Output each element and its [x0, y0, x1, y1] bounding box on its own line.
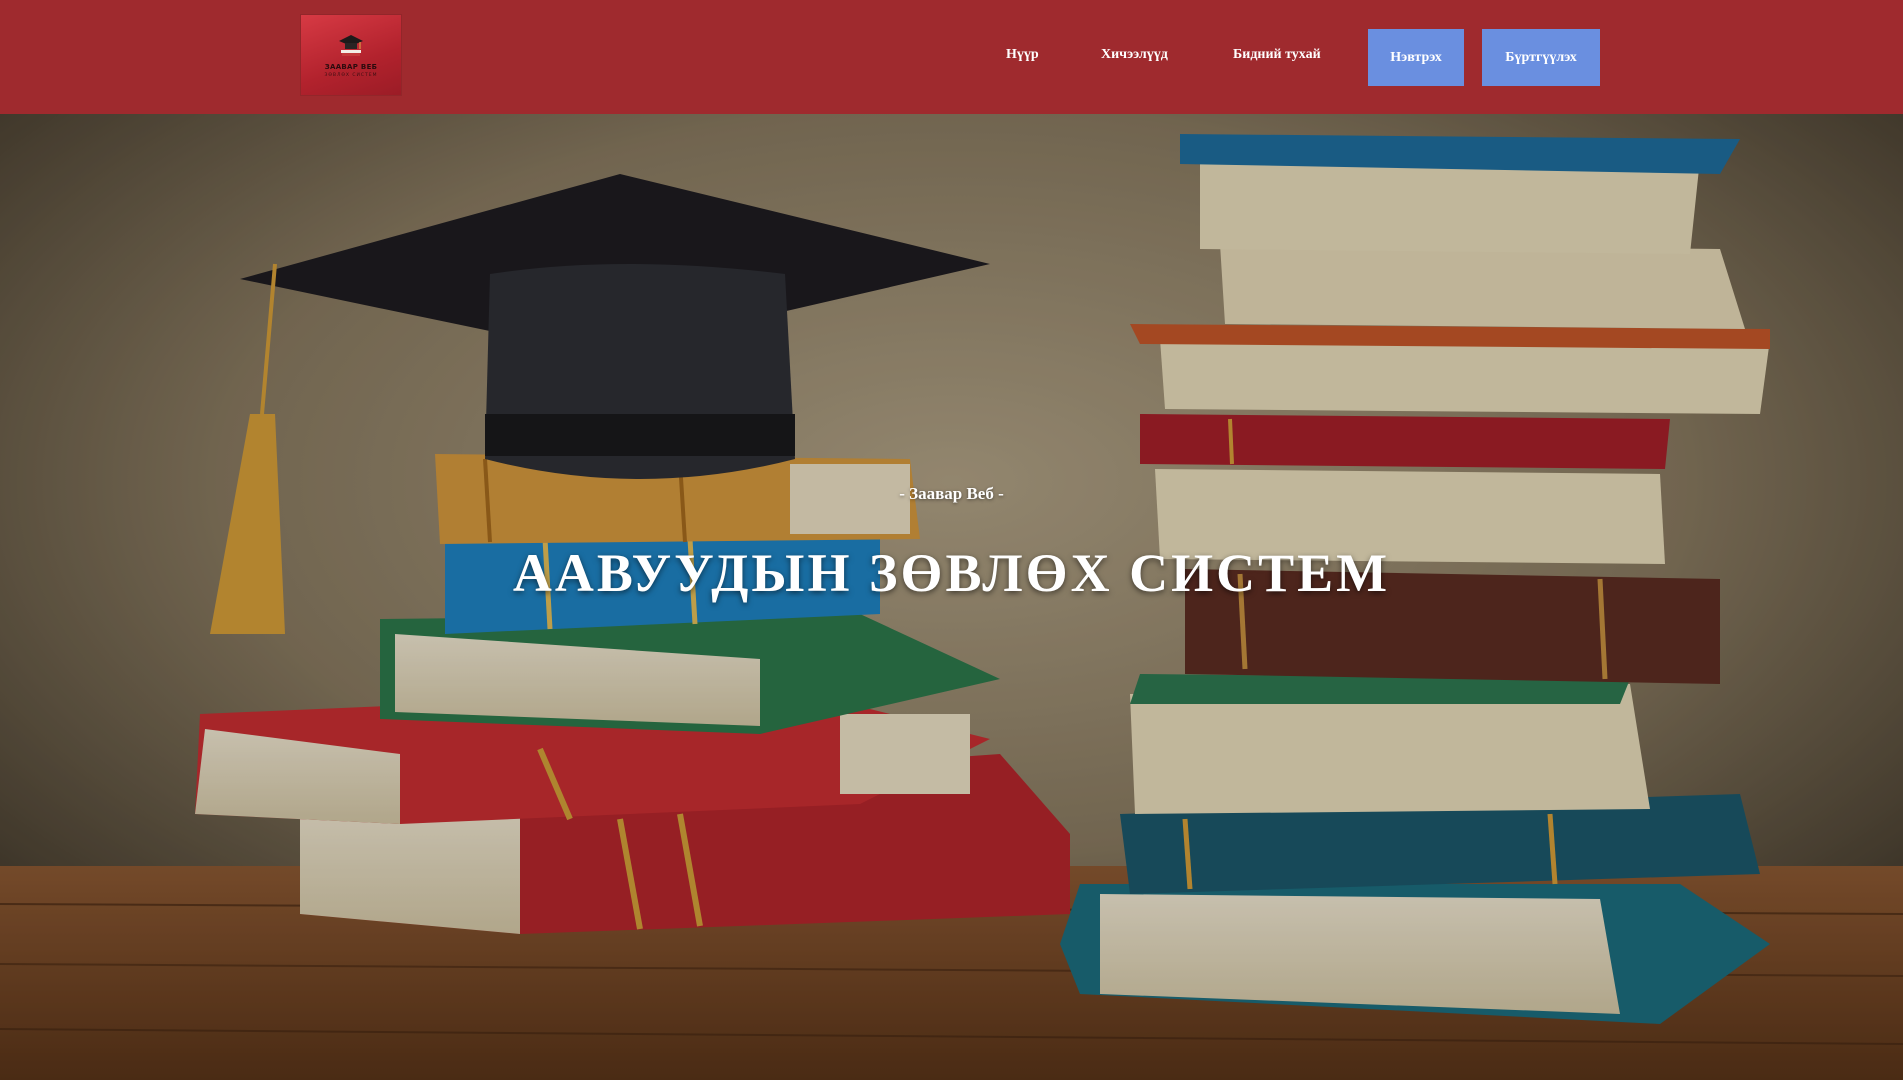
nav-link-about[interactable]: Бидний тухай [1233, 47, 1321, 63]
landing-page: ЗААВАР ВЕБ ЗӨВЛӨХ СИСТЕМ Нүүр Хичээлүүд … [0, 0, 1903, 1080]
hero-subtitle: - Заавар Веб - [899, 484, 1004, 503]
graduation-cap-icon [339, 35, 363, 56]
hero-title: ААВУУДЫН ЗӨВЛӨХ СИСТЕМ [512, 543, 1391, 603]
register-button[interactable]: Бүртгүүлэх [1482, 29, 1600, 86]
logo-title: ЗААВАР ВЕБ [324, 63, 378, 71]
nav-link-home[interactable]: Нүүр [1006, 47, 1039, 63]
login-button[interactable]: Нэвтрэх [1368, 29, 1464, 86]
nav-link-lessons[interactable]: Хичээлүүд [1101, 47, 1168, 63]
logo-subtitle: ЗӨВЛӨХ СИСТЕМ [324, 73, 378, 78]
navbar: ЗААВАР ВЕБ ЗӨВЛӨХ СИСТЕМ Нүүр Хичээлүүд … [0, 0, 1903, 114]
site-logo[interactable]: ЗААВАР ВЕБ ЗӨВЛӨХ СИСТЕМ [301, 15, 401, 95]
hero-section: - Заавар Веб - ААВУУДЫН ЗӨВЛӨХ СИСТЕМ [0, 114, 1903, 1080]
